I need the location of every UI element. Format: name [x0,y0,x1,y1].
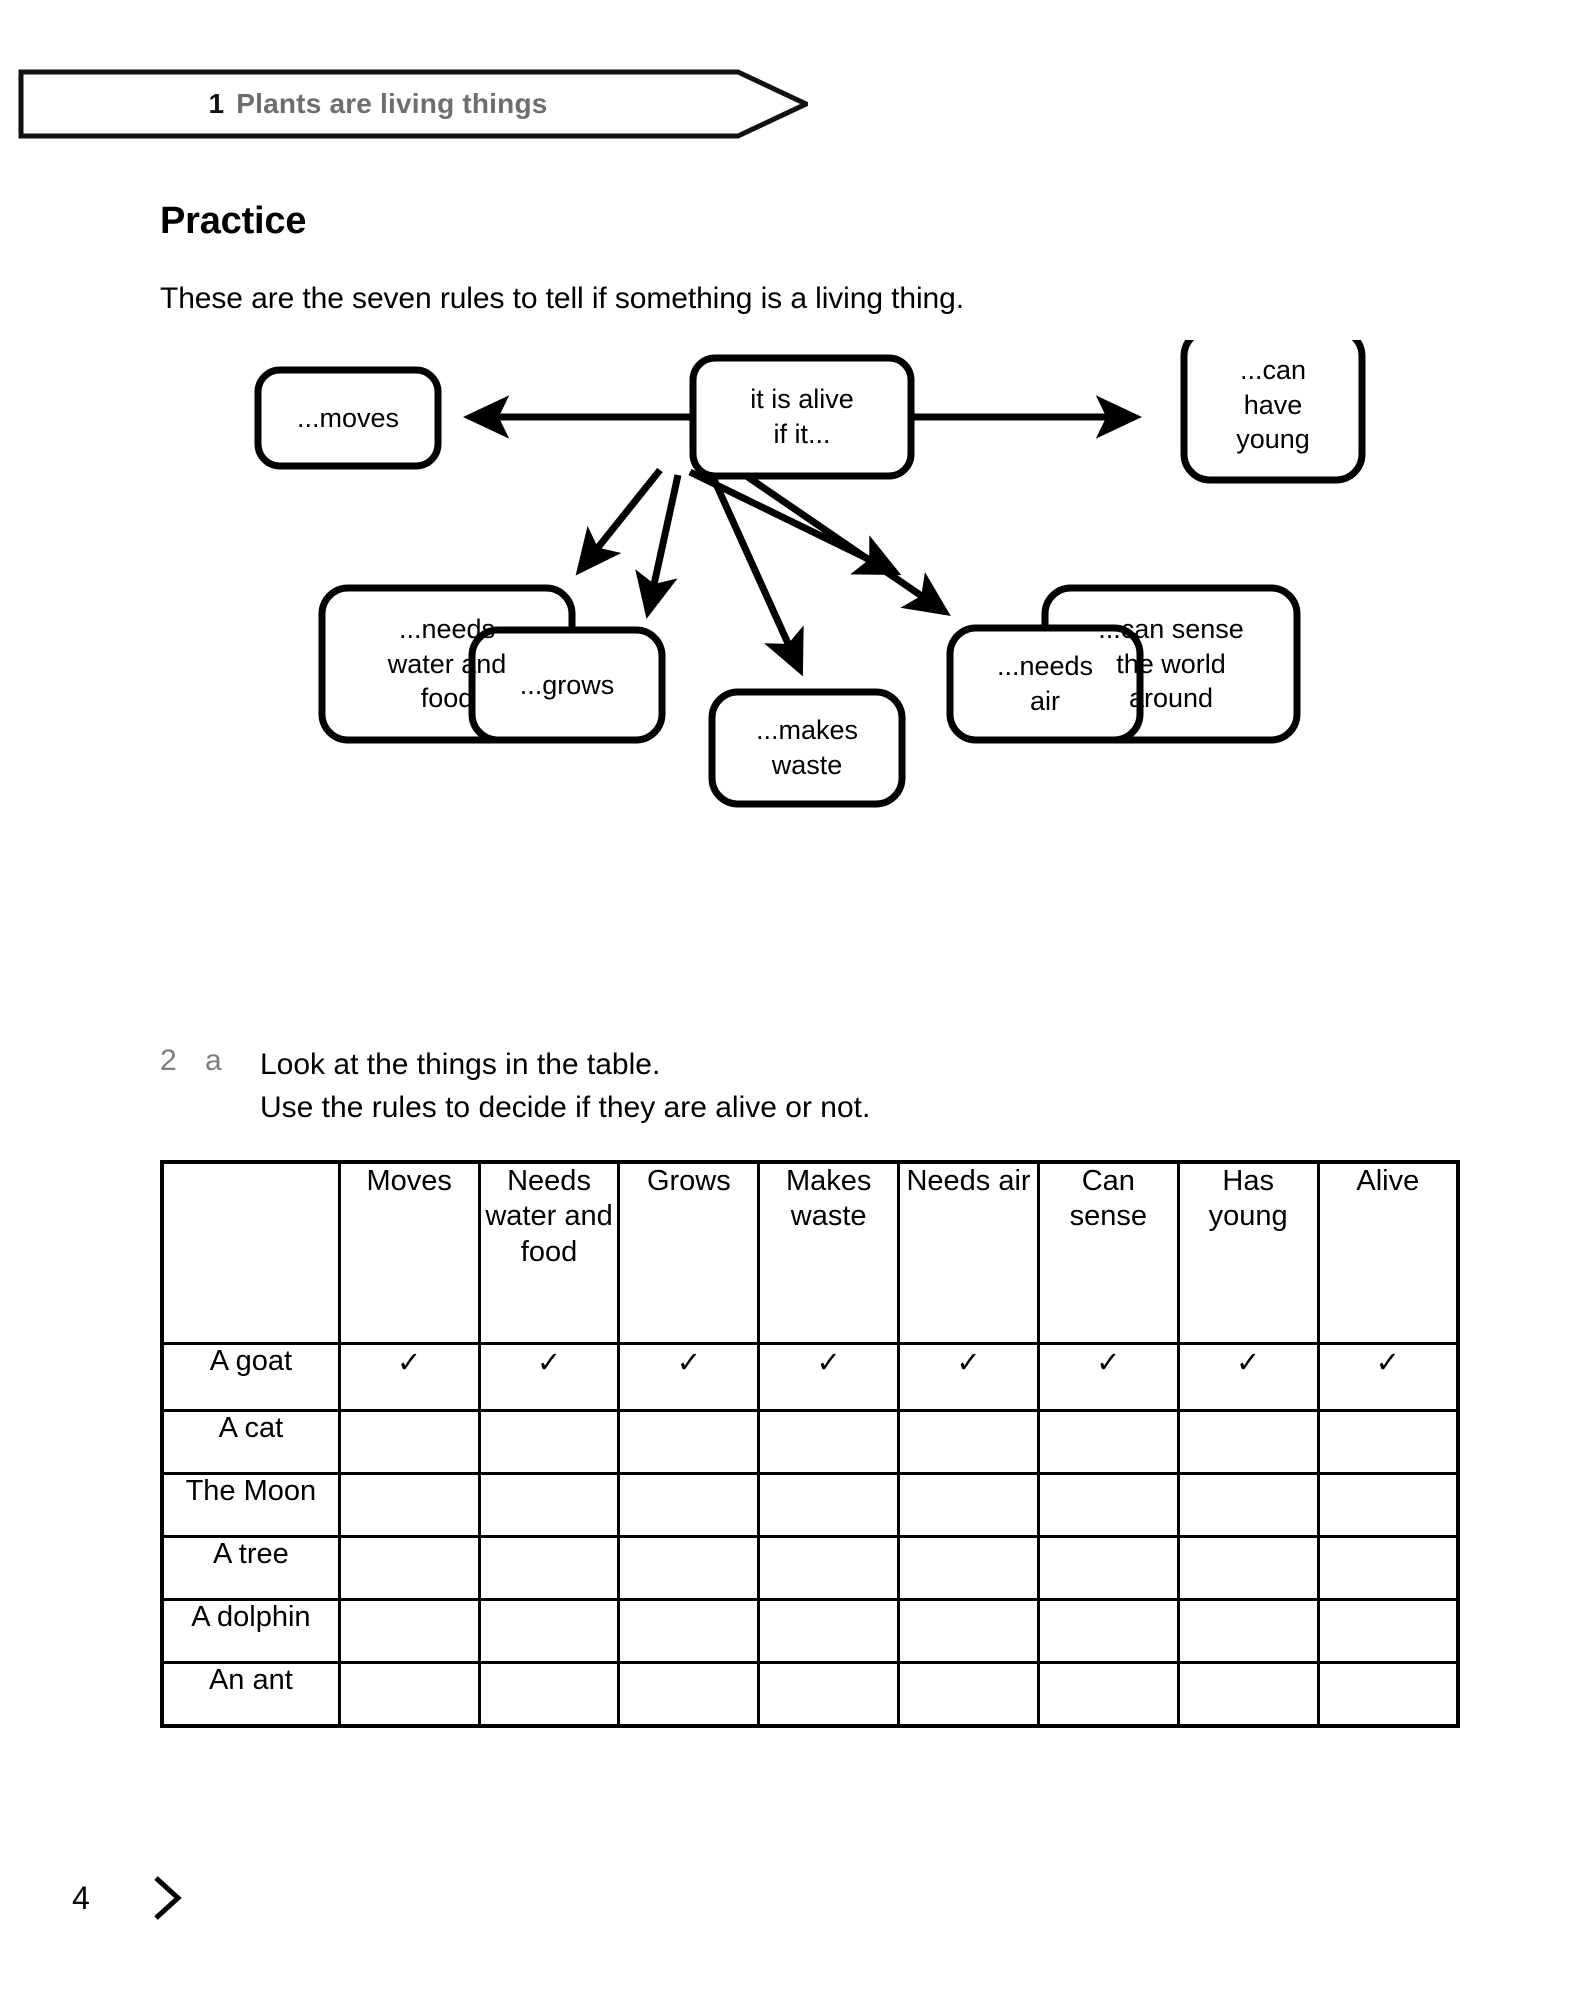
cell-a-dolphin-grows[interactable] [617,1598,761,1664]
cell-a-cat-needs-air[interactable] [897,1409,1040,1475]
cell-the-moon-needs-water-and-food[interactable] [477,1472,621,1538]
cell-an-ant-makes-waste[interactable] [757,1661,901,1728]
node-box-center [689,354,915,480]
cell-a-cat-has-young[interactable] [1176,1409,1320,1475]
living-things-table: Moves Needs water and food Grows Makes w… [160,1160,1460,1728]
chapter-number: 1 [208,88,225,119]
row-header-an-ant: An ant [160,1661,341,1728]
column-header-needs-air: Needs air [897,1160,1040,1345]
column-header-makes-waste: Makes waste [757,1160,901,1345]
column-header-has-young: Has young [1176,1160,1320,1345]
cell-a-tree-moves[interactable] [337,1535,481,1601]
cell-a-dolphin-moves[interactable] [337,1598,481,1664]
row-header-a-tree: A tree [160,1535,341,1601]
cell-an-ant-moves[interactable] [337,1661,481,1728]
table-corner-cell [160,1160,341,1345]
cell-a-tree-needs-air[interactable] [897,1535,1040,1601]
cell-the-moon-grows[interactable] [617,1472,761,1538]
node-box-can-have-young [1180,340,1366,484]
cell-a-goat-alive[interactable]: ✓ [1316,1342,1460,1412]
cell-a-dolphin-has-young[interactable] [1176,1598,1320,1664]
table-header-row: Moves Needs water and food Grows Makes w… [160,1160,1460,1345]
table-row: A dolphin [160,1598,1460,1664]
row-header-a-goat: A goat [160,1342,341,1412]
banner-text: 1 Plants are living things [18,68,738,140]
cell-a-dolphin-alive[interactable] [1316,1598,1460,1664]
table-row: A goat ✓ ✓ ✓ ✓ ✓ ✓ ✓ ✓ [160,1342,1460,1412]
node-box-needs-air [946,624,1144,744]
cell-a-dolphin-can-sense[interactable] [1036,1598,1180,1664]
table-row: An ant [160,1661,1460,1728]
row-header-the-moon: The Moon [160,1472,341,1538]
column-header-can-sense: Can sense [1036,1160,1180,1345]
row-header-a-cat: A cat [160,1409,341,1475]
question-letter: a [205,1044,222,1077]
question-text: Look at the things in the table. Use the… [260,1044,870,1129]
cell-a-dolphin-needs-water-and-food[interactable] [477,1598,621,1664]
diagram-canvas [254,340,1366,808]
cell-the-moon-has-young[interactable] [1176,1472,1320,1538]
column-header-grows: Grows [617,1160,761,1345]
cell-a-goat-has-young[interactable]: ✓ [1176,1342,1320,1412]
page-number: 4 [72,1880,90,1916]
table-row: The Moon [160,1472,1460,1538]
question-number: 2 [160,1044,177,1077]
cell-a-cat-needs-water-and-food[interactable] [477,1409,621,1475]
question-line-2: Use the rules to decide if they are aliv… [260,1090,871,1124]
cell-a-dolphin-needs-air[interactable] [897,1598,1040,1664]
cell-a-tree-can-sense[interactable] [1036,1535,1180,1601]
living-things-diagram: ...moves it is alive if it... ...can hav… [0,340,1591,1020]
cell-a-goat-makes-waste[interactable]: ✓ [757,1342,901,1412]
cell-a-cat-can-sense[interactable] [1036,1409,1180,1475]
cell-a-tree-alive[interactable] [1316,1535,1460,1601]
page-title: Practice [160,200,307,242]
node-box-grows [468,626,666,744]
cell-a-goat-can-sense[interactable]: ✓ [1036,1342,1180,1412]
cell-a-goat-needs-water-and-food[interactable]: ✓ [477,1342,621,1412]
cell-the-moon-alive[interactable] [1316,1472,1460,1538]
column-header-needs-water-and-food: Needs water and food [477,1160,621,1345]
cell-a-dolphin-makes-waste[interactable] [757,1598,901,1664]
node-box-makes-waste [708,688,906,808]
table-row: A tree [160,1535,1460,1601]
living-things-table-wrap: Moves Needs water and food Grows Makes w… [160,1160,1460,1728]
cell-a-tree-makes-waste[interactable] [757,1535,901,1601]
cell-the-moon-needs-air[interactable] [897,1472,1040,1538]
column-header-alive: Alive [1316,1160,1460,1345]
cell-a-goat-moves[interactable]: ✓ [337,1342,481,1412]
node-box-moves [254,366,442,470]
cell-a-tree-has-young[interactable] [1176,1535,1320,1601]
cell-a-cat-alive[interactable] [1316,1409,1460,1475]
cell-an-ant-grows[interactable] [617,1661,761,1728]
cell-a-goat-grows[interactable]: ✓ [617,1342,761,1412]
cell-a-cat-makes-waste[interactable] [757,1409,901,1475]
question-line-1: Look at the things in the table. [260,1048,661,1081]
chapter-banner: 1 Plants are living things [18,68,808,140]
arrow-to-needs-air [740,470,951,616]
table-row: A cat [160,1409,1460,1475]
cell-the-moon-can-sense[interactable] [1036,1472,1180,1538]
chapter-title: Plants are living things [236,88,548,119]
cell-a-tree-needs-water-and-food[interactable] [477,1535,621,1601]
row-header-a-dolphin: A dolphin [160,1598,341,1664]
cell-a-cat-moves[interactable] [337,1409,481,1475]
column-header-moves: Moves [337,1160,481,1345]
intro-text: These are the seven rules to tell if som… [160,282,964,315]
cell-the-moon-makes-waste[interactable] [757,1472,901,1538]
next-page-chevron-icon[interactable] [148,1872,188,1929]
arrow-to-grows [635,474,682,619]
cell-a-cat-grows[interactable] [617,1409,761,1475]
cell-the-moon-moves[interactable] [337,1472,481,1538]
diagram-node-boxes [254,340,1366,808]
cell-an-ant-has-young[interactable] [1176,1661,1320,1728]
cell-an-ant-needs-air[interactable] [897,1661,1040,1728]
cell-a-goat-needs-air[interactable]: ✓ [897,1342,1040,1412]
cell-an-ant-can-sense[interactable] [1036,1661,1180,1728]
cell-an-ant-needs-water-and-food[interactable] [477,1661,621,1728]
table-body: A goat ✓ ✓ ✓ ✓ ✓ ✓ ✓ ✓ A cat The Moon A … [160,1342,1460,1728]
cell-a-tree-grows[interactable] [617,1535,761,1601]
cell-an-ant-alive[interactable] [1316,1661,1460,1728]
arrow-to-needs-water-and-food [575,467,663,576]
table-head: Moves Needs water and food Grows Makes w… [160,1160,1460,1345]
